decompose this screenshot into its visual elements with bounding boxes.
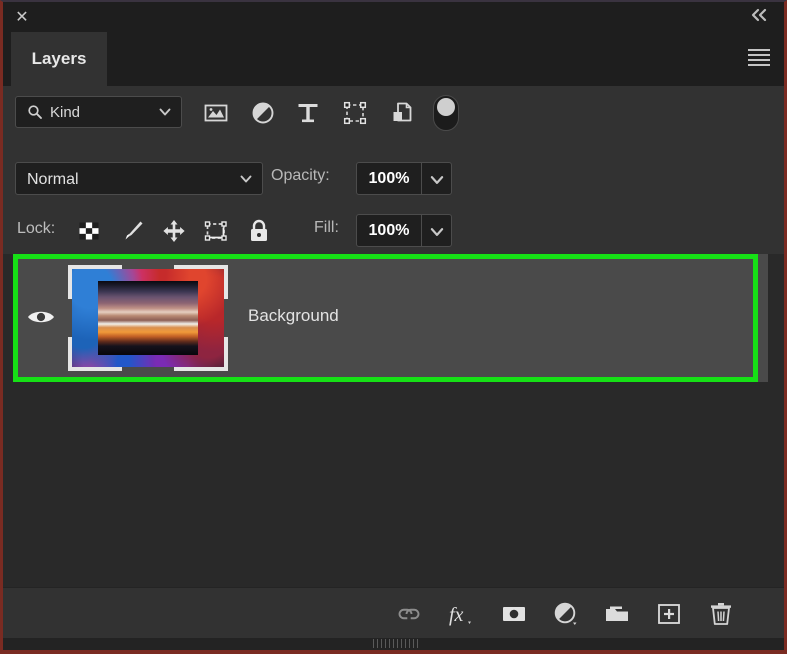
new-adjustment-layer-icon[interactable] bbox=[552, 600, 580, 628]
eye-visibility-icon[interactable] bbox=[25, 306, 57, 328]
opacity-input[interactable]: 100% bbox=[356, 162, 422, 195]
thumbnail-inset-photo bbox=[98, 281, 198, 355]
filter-enable-toggle[interactable] bbox=[433, 95, 459, 131]
hamburger-menu-icon[interactable] bbox=[748, 49, 770, 67]
toggle-knob bbox=[437, 98, 455, 116]
opacity-label: Opacity: bbox=[271, 167, 330, 185]
panel-footer-toolbar: fx bbox=[3, 587, 784, 639]
grip-marks bbox=[373, 639, 421, 648]
new-group-icon[interactable] bbox=[603, 600, 631, 628]
link-layers-icon[interactable] bbox=[395, 600, 423, 628]
menu-line bbox=[748, 54, 770, 56]
search-icon bbox=[27, 104, 43, 120]
fill-value: 100% bbox=[369, 222, 410, 240]
lock-artboard-nesting-icon[interactable] bbox=[203, 218, 229, 244]
tab-layers[interactable]: Layers bbox=[11, 32, 107, 86]
layer-style-fx-icon[interactable]: fx bbox=[447, 600, 475, 628]
layer-list[interactable]: Background bbox=[3, 254, 784, 587]
chevron-down-icon[interactable] bbox=[239, 172, 253, 186]
layer-name[interactable]: Background bbox=[248, 306, 339, 326]
filter-kind-label: Kind bbox=[50, 102, 80, 123]
blend-mode-row: Normal Opacity: 100% bbox=[3, 154, 784, 208]
blend-mode-value: Normal bbox=[27, 169, 79, 190]
opacity-value: 100% bbox=[369, 170, 410, 188]
lock-all-icon[interactable] bbox=[246, 218, 272, 244]
filter-adjustment-layers-icon[interactable] bbox=[250, 100, 276, 126]
delete-layer-icon[interactable] bbox=[707, 600, 735, 628]
lock-image-pixels-icon[interactable] bbox=[120, 218, 146, 244]
new-layer-icon[interactable] bbox=[655, 600, 683, 628]
double-chevron-left-icon[interactable] bbox=[748, 8, 772, 28]
chevron-down-icon bbox=[429, 172, 445, 188]
collapse-glyph bbox=[749, 8, 771, 22]
layer-thumbnail-image bbox=[72, 269, 224, 367]
panel-resize-grip[interactable] bbox=[3, 638, 784, 650]
blend-mode-select[interactable]: Normal bbox=[15, 162, 263, 195]
table-row[interactable]: Background bbox=[13, 254, 768, 382]
layers-panel: ✕ Layers Kind bbox=[0, 0, 787, 654]
filter-type-layers-icon[interactable] bbox=[295, 100, 321, 126]
filter-pixel-layers-icon[interactable] bbox=[203, 100, 229, 126]
filter-row: Kind bbox=[3, 86, 784, 155]
fill-stepper[interactable] bbox=[422, 214, 452, 247]
chevron-down-icon bbox=[429, 224, 445, 240]
filter-smart-object-icon[interactable] bbox=[389, 100, 415, 126]
chevron-down-icon[interactable] bbox=[158, 105, 172, 119]
svg-text:fx: fx bbox=[449, 604, 464, 626]
filter-kind-select[interactable]: Kind bbox=[15, 96, 182, 128]
panel-titlebar: ✕ bbox=[3, 2, 784, 32]
layer-thumbnail[interactable] bbox=[68, 265, 228, 371]
add-layer-mask-icon[interactable] bbox=[500, 600, 528, 628]
fill-label: Fill: bbox=[314, 219, 339, 237]
menu-line bbox=[748, 49, 770, 51]
filter-shape-layers-icon[interactable] bbox=[342, 100, 368, 126]
lock-transparent-pixels-icon[interactable] bbox=[76, 218, 102, 244]
lock-label: Lock: bbox=[17, 220, 55, 238]
fill-input[interactable]: 100% bbox=[356, 214, 422, 247]
menu-line bbox=[748, 59, 770, 61]
panel-tabstrip: Layers bbox=[3, 32, 784, 86]
lock-position-icon[interactable] bbox=[161, 218, 187, 244]
lock-row: Lock: Fill: bbox=[3, 207, 784, 255]
opacity-stepper[interactable] bbox=[422, 162, 452, 195]
close-icon[interactable]: ✕ bbox=[11, 8, 33, 28]
tab-layers-label: Layers bbox=[32, 49, 87, 69]
menu-line bbox=[748, 64, 770, 66]
